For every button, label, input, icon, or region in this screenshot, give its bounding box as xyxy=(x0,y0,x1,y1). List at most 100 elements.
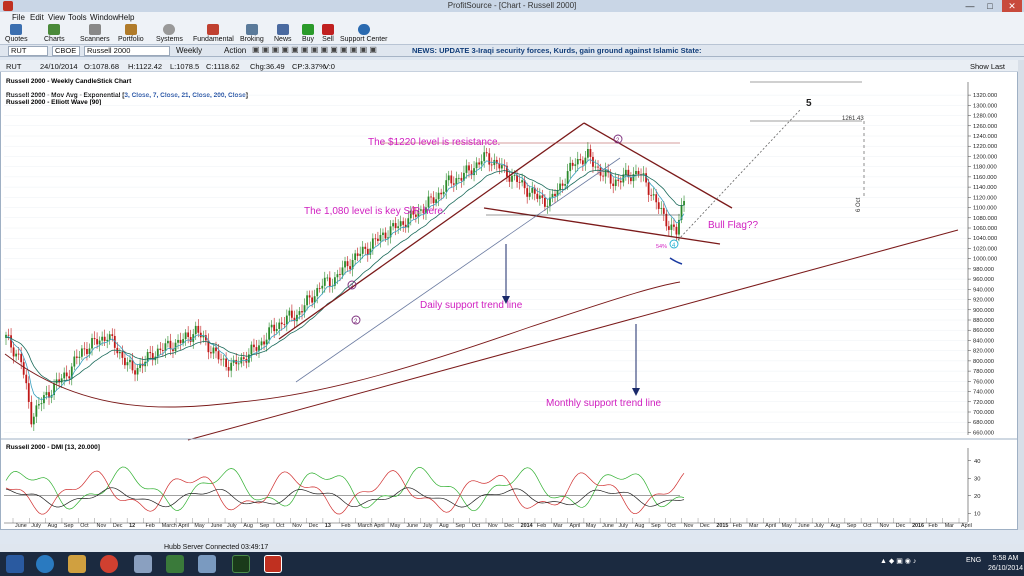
dmi-minus-line xyxy=(5,470,685,515)
news-ticker[interactable]: NEWS: UPDATE 3-Iraqi security forces, Ku… xyxy=(412,46,702,55)
tray-icons[interactable]: ▲ ◆ ▣ ◉ ♪ xyxy=(880,557,916,565)
candle-body xyxy=(480,161,483,165)
sell-icon xyxy=(322,24,334,35)
y-tick-label: 1220.000 xyxy=(973,144,997,150)
candle-body xyxy=(538,195,541,199)
start-button[interactable] xyxy=(6,555,24,573)
candle-body xyxy=(457,177,460,179)
action-menu[interactable]: Action xyxy=(224,46,246,55)
buy-icon xyxy=(302,24,315,35)
candle-body xyxy=(250,344,253,355)
candle-body xyxy=(559,183,561,191)
y-tick-label: 860.000 xyxy=(973,328,994,334)
app-icon-7[interactable] xyxy=(232,555,250,573)
charts-button[interactable]: Charts xyxy=(44,24,65,43)
x-tick-label: 2014 xyxy=(521,523,533,529)
x-tick-label: Oct xyxy=(863,523,872,529)
x-tick-label: Dec xyxy=(309,523,319,529)
menu-tools[interactable]: Tools xyxy=(68,13,87,22)
clock[interactable]: 5:58 AM 26/10/2014 xyxy=(988,554,1023,574)
app-icon-6[interactable] xyxy=(198,555,216,573)
systems-button[interactable]: Systems xyxy=(156,24,183,43)
vertical-scrollbar[interactable] xyxy=(1018,60,1024,530)
menu-help[interactable]: Help xyxy=(118,13,134,22)
profitsource-taskbar-icon[interactable] xyxy=(264,555,282,573)
y-tick-label: 1300.000 xyxy=(973,103,997,109)
dmi-panel: 40 30 20 10 xyxy=(4,448,980,522)
candle-body xyxy=(301,311,303,313)
flag-lower-line xyxy=(483,207,721,245)
maximize-button[interactable]: □ xyxy=(980,0,1000,12)
buy-button[interactable]: Buy xyxy=(302,24,314,43)
candle-body xyxy=(298,311,301,315)
candle-body xyxy=(665,213,668,227)
chrome-icon[interactable] xyxy=(100,555,118,573)
x-tick-label: 13 xyxy=(325,523,331,529)
x-tick-label: Oct xyxy=(276,523,285,529)
candle-body xyxy=(657,202,660,209)
x-tick-label: May xyxy=(390,523,400,529)
candle-body xyxy=(161,350,164,351)
candle-body xyxy=(273,324,276,332)
candle-body xyxy=(493,159,496,166)
info-vol: V:0 xyxy=(324,62,335,71)
x-tick-label: Aug xyxy=(48,523,58,529)
candle-body xyxy=(81,348,83,357)
legend-elliott: Russell 2000 - Elliott Wave [90] xyxy=(6,99,101,106)
candle-body xyxy=(670,224,673,230)
explorer-icon[interactable] xyxy=(68,555,86,573)
toolbar-icons[interactable]: ▣ ▣ ▣ ▣ ▣ ▣ ▣ ▣ ▣ ▣ ▣ ▣ ▣ xyxy=(252,45,377,54)
candle-body xyxy=(521,180,524,183)
support-center-button[interactable]: Support Center xyxy=(340,24,387,43)
candle-body xyxy=(511,175,513,182)
x-tick-label: Sep xyxy=(455,523,465,529)
candle-body xyxy=(612,183,615,187)
y-tick-label: 1200.000 xyxy=(973,154,997,160)
sell-button[interactable]: Sell xyxy=(322,24,334,43)
candle-body xyxy=(197,325,200,333)
menu-window[interactable]: Window xyxy=(90,13,118,22)
minimize-button[interactable]: — xyxy=(960,0,980,12)
instrument-name[interactable]: Russell 2000 xyxy=(84,46,170,56)
period-select[interactable]: Weekly xyxy=(176,46,202,55)
calculator-icon[interactable] xyxy=(134,555,152,573)
menu-file[interactable]: File xyxy=(12,13,25,22)
candle-body xyxy=(468,165,470,171)
news-button[interactable]: News xyxy=(274,24,292,43)
exchange-select[interactable]: CBOE xyxy=(52,46,80,56)
x-tick-label: Feb xyxy=(537,523,546,529)
candle-body xyxy=(124,357,126,366)
y-tick-label: 1100.000 xyxy=(973,206,997,212)
candle-body xyxy=(394,223,397,229)
charts-icon xyxy=(48,24,61,35)
y-tick-label: 1180.000 xyxy=(973,165,997,171)
fundamental-button[interactable]: Fundamental xyxy=(193,24,234,43)
key-sr-annotation: The 1,080 level is key S/R here. xyxy=(304,206,446,217)
x-tick-label: Nov xyxy=(684,523,694,529)
broking-button[interactable]: Broking xyxy=(240,24,264,43)
candle-body xyxy=(126,362,129,366)
menu-edit[interactable]: Edit xyxy=(30,13,44,22)
price-chart[interactable]: Russell 2000 - Weekly CandleStick Chart … xyxy=(0,72,1018,530)
scanners-button[interactable]: Scanners xyxy=(80,24,110,43)
candle-body xyxy=(407,218,410,228)
candle-body xyxy=(528,192,531,197)
candle-body xyxy=(108,334,111,340)
candle-body xyxy=(106,339,109,341)
ie-icon[interactable] xyxy=(36,555,54,573)
show-last-toggle[interactable]: Show Last xyxy=(970,62,1005,71)
symbol-input[interactable]: RUT xyxy=(8,46,48,56)
candle-body xyxy=(579,158,582,161)
candle-body xyxy=(121,352,124,358)
close-button[interactable]: ✕ xyxy=(1002,0,1022,12)
quotes-button[interactable]: Quotes xyxy=(5,24,28,43)
language-indicator[interactable]: ENG xyxy=(966,557,981,564)
candle-body xyxy=(602,175,604,177)
candle-body xyxy=(624,169,627,175)
menu-view[interactable]: View xyxy=(48,13,65,22)
candle-body xyxy=(118,352,121,354)
portfolio-button[interactable]: Portfolio xyxy=(118,24,144,43)
y-tick-label: 1240.000 xyxy=(973,134,997,140)
candle-body xyxy=(576,158,579,165)
spreadsheet-icon[interactable] xyxy=(166,555,184,573)
